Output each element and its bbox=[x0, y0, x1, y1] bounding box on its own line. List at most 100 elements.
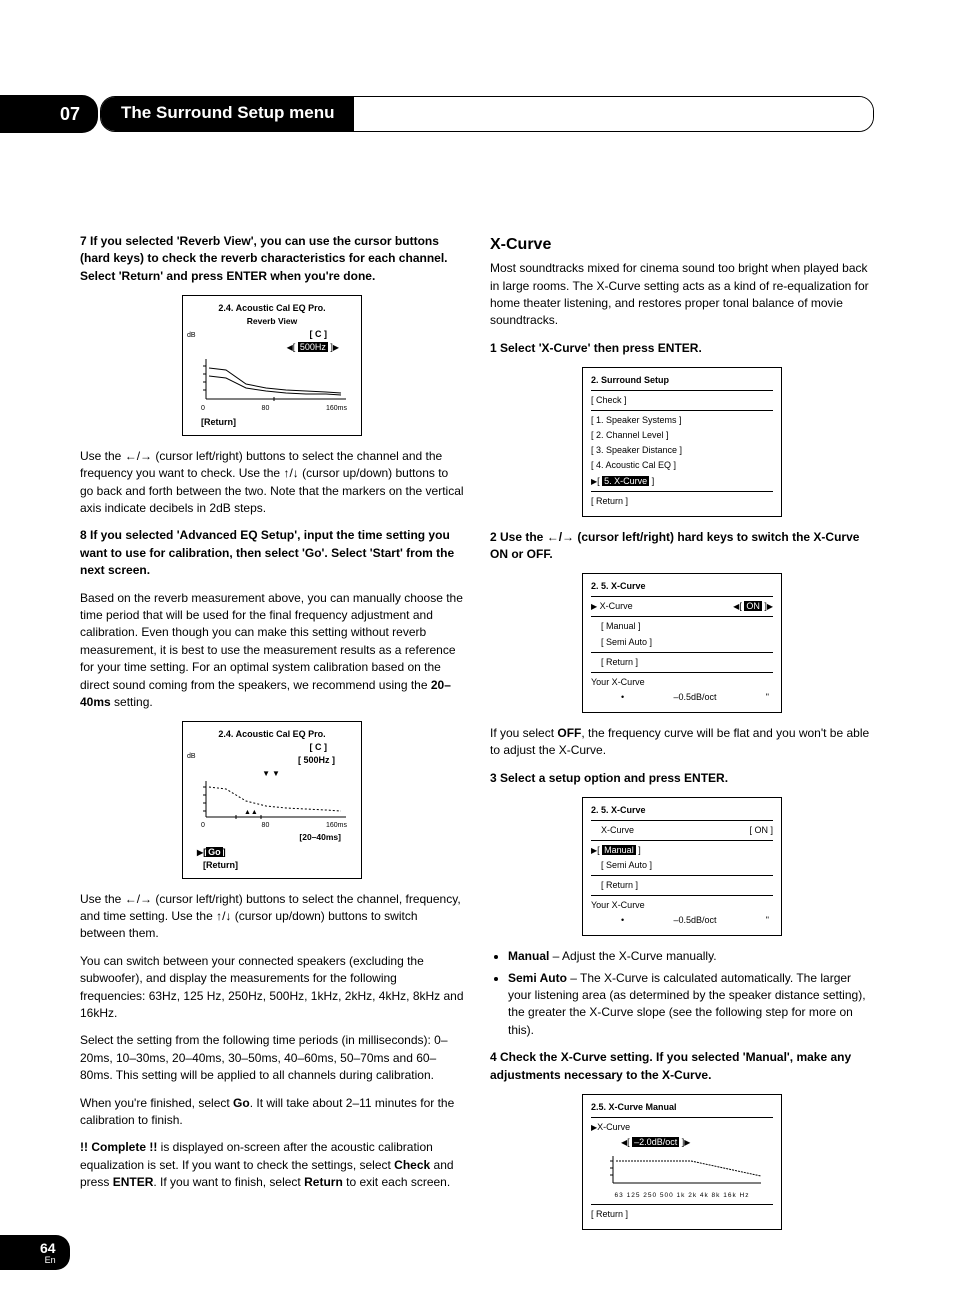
label: X-Curve bbox=[597, 1122, 630, 1132]
menu-item-1: [ 1. Speaker Systems ] bbox=[591, 414, 773, 427]
option-desc: – Adjust the X-Curve manually. bbox=[549, 949, 716, 963]
return-label: [Return] bbox=[191, 416, 353, 429]
screen-xcurve-manual: 2.5. X-Curve Manual ▶X-Curve ◀[ –2.0dB/o… bbox=[582, 1094, 782, 1230]
language-code: En bbox=[40, 1256, 56, 1266]
left-column: 7 If you selected 'Reverb View', you can… bbox=[80, 233, 464, 1241]
menu-item-4: [ 4. Acoustic Cal EQ ] bbox=[591, 459, 773, 472]
freq-selector: ◀[ 500Hz ]▶ bbox=[191, 341, 353, 354]
left-right-arrows-icon: ←/→ bbox=[547, 530, 574, 544]
option-name: Manual bbox=[508, 949, 549, 963]
tick-160: 160ms bbox=[326, 821, 347, 831]
bullet-icon: • bbox=[621, 691, 624, 704]
screen-title: 2.5. X-Curve Manual bbox=[591, 1101, 773, 1114]
paragraph-frequencies: You can switch between your connected sp… bbox=[80, 953, 464, 1023]
label: X-Curve bbox=[600, 601, 633, 611]
step-7-heading: 7 If you selected 'Reverb View', you can… bbox=[80, 233, 464, 285]
tick-80: 80 bbox=[262, 821, 270, 831]
paragraph-complete: !! Complete !! is displayed on-screen af… bbox=[80, 1139, 464, 1191]
screen-advanced-eq: 2.4. Acoustic Cal EQ Pro. [ C ] [ 500Hz … bbox=[182, 721, 362, 878]
return-row: [ Return ] bbox=[591, 495, 773, 508]
manual-row: [ Manual ] bbox=[591, 620, 773, 633]
cursor-icon: ▶ bbox=[591, 846, 597, 855]
x-curve-intro: Most soundtracks mixed for cinema sound … bbox=[490, 260, 874, 330]
right-arrow-icon: ▶ bbox=[767, 602, 773, 611]
text: . If you want to finish, select bbox=[153, 1175, 304, 1189]
value: –0.5dB/oct bbox=[673, 914, 716, 927]
quote-mark: " bbox=[766, 914, 769, 927]
return-row: [ Return ] bbox=[591, 656, 773, 669]
left-right-arrows-icon: ←/→ bbox=[125, 892, 152, 906]
enter-label: ENTER bbox=[113, 1175, 154, 1189]
paragraph-off: If you select OFF, the frequency curve w… bbox=[490, 725, 874, 760]
your-xcurve-label: Your X-Curve bbox=[591, 676, 773, 689]
menu-item-3: [ 3. Speaker Distance ] bbox=[591, 444, 773, 457]
cursor-icon: ▶ bbox=[591, 602, 597, 611]
semi-auto-row: [ Semi Auto ] bbox=[591, 859, 773, 872]
step-8-heading: 8 If you selected 'Advanced EQ Setup', i… bbox=[80, 527, 464, 579]
tick-160: 160ms bbox=[326, 404, 347, 414]
tick-0: 0 bbox=[201, 404, 205, 414]
off-label: OFF bbox=[557, 726, 581, 740]
value: –0.5dB/oct bbox=[673, 691, 716, 704]
channel-label: [ C ] bbox=[191, 741, 353, 754]
step-1-heading: 1 Select 'X-Curve' then press ENTER. bbox=[490, 340, 874, 357]
return-label: [Return] bbox=[191, 859, 353, 872]
screen-xcurve-manual-select: 2. 5. X-Curve X-Curve [ ON ] ▶[ Manual ]… bbox=[582, 797, 782, 936]
y-axis-label: dB bbox=[187, 752, 196, 762]
x-axis-ticks: 63 125 250 500 1k 2k 4k 8k 16k Hz bbox=[591, 1191, 773, 1200]
screen-subtitle: Reverb View bbox=[191, 315, 353, 327]
step-2-heading: 2 Use the ←/→ (cursor left/right) hard k… bbox=[490, 529, 874, 564]
freq-label: [ 500Hz ] bbox=[191, 754, 353, 767]
screen-title: 2. 5. X-Curve bbox=[591, 804, 773, 817]
step-3-heading: 3 Select a setup option and press ENTER. bbox=[490, 770, 874, 787]
paragraph-time-periods: Select the setting from the following ti… bbox=[80, 1032, 464, 1084]
x-curve-highlighted: 5. X-Curve bbox=[602, 476, 649, 486]
text: setting. bbox=[111, 695, 153, 709]
text: If you select bbox=[490, 726, 557, 740]
xcurve-row: ▶ X-Curve ◀[ ON ]▶ bbox=[591, 600, 773, 613]
return-word: Return bbox=[304, 1175, 343, 1189]
screen-title: 2. 5. X-Curve bbox=[591, 580, 773, 593]
option-name: Semi Auto bbox=[508, 971, 567, 985]
left-arrow-icon: ◀ bbox=[621, 1138, 627, 1147]
semi-auto-row: [ Semi Auto ] bbox=[591, 636, 773, 649]
list-item-manual: Manual – Adjust the X-Curve manually. bbox=[508, 948, 874, 965]
time-range: [20–40ms] bbox=[191, 831, 353, 843]
complete-label: !! Complete !! bbox=[80, 1140, 157, 1154]
up-down-arrows-icon: ↑/↓ bbox=[216, 909, 231, 923]
text: Based on the reverb measurement above, y… bbox=[80, 591, 463, 692]
tick-0: 0 bbox=[201, 821, 205, 831]
on-selector: ◀[ ON ]▶ bbox=[733, 600, 773, 613]
bracket: ] bbox=[649, 476, 654, 486]
tick-80: 80 bbox=[262, 404, 270, 414]
chapter-number-tab: 07 bbox=[0, 95, 98, 133]
curve-graph bbox=[591, 1151, 771, 1191]
x-curve-heading: X-Curve bbox=[490, 233, 874, 256]
slope-value: –2.0dB/oct bbox=[632, 1137, 679, 1147]
chapter-title-spacer bbox=[354, 97, 873, 131]
manual-highlighted: Manual bbox=[602, 845, 636, 855]
down-indicator-icon: ▼▼ bbox=[191, 768, 353, 780]
paragraph-go: When you're finished, select Go. It will… bbox=[80, 1095, 464, 1130]
y-axis-label: dB bbox=[187, 331, 196, 341]
chapter-header: 07 The Surround Setup menu bbox=[0, 95, 874, 133]
return-row: [ Return ] bbox=[591, 879, 773, 892]
page-number-tab: 64 En bbox=[0, 1235, 70, 1270]
x-axis-ticks: 0 80 160ms bbox=[191, 821, 353, 831]
xcurve-row: X-Curve [ ON ] bbox=[591, 824, 773, 837]
go-label: Go bbox=[233, 1096, 250, 1110]
left-right-arrows-icon: ←/→ bbox=[125, 449, 152, 463]
menu-item-2: [ 2. Channel Level ] bbox=[591, 429, 773, 442]
chapter-title-bar: The Surround Setup menu bbox=[100, 96, 874, 132]
right-arrow-icon: ▶ bbox=[684, 1138, 690, 1147]
your-xcurve-value-row: • –0.5dB/oct " bbox=[591, 691, 773, 704]
list-item-semi-auto: Semi Auto – The X-Curve is calculated au… bbox=[508, 970, 874, 1040]
bracket: ] bbox=[223, 847, 226, 857]
step-4-heading: 4 Check the X-Curve setting. If you sele… bbox=[490, 1049, 874, 1084]
text: Use the bbox=[80, 892, 125, 906]
paragraph-cursor-2: Use the ←/→ (cursor left/right) buttons … bbox=[80, 891, 464, 943]
screen-surround-setup: 2. Surround Setup [ Check ] [ 1. Speaker… bbox=[582, 367, 782, 516]
screen-title: 2.4. Acoustic Cal EQ Pro. bbox=[191, 302, 353, 315]
go-button: Go bbox=[206, 847, 223, 857]
channel-label: [ C ] bbox=[191, 328, 353, 341]
